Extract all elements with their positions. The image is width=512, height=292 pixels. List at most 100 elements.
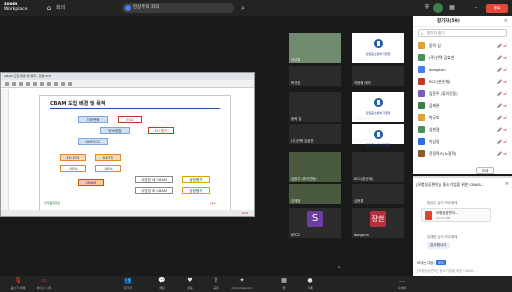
file-name: 모험성공편의...	[436, 211, 458, 215]
participant-name: dongeun	[354, 233, 369, 237]
video-tile[interactable]: 지방청 데이	[352, 66, 404, 86]
video-tile[interactable]: 김재완	[289, 184, 341, 204]
mic-muted-icon: 🎤̸ ▭̸	[496, 43, 507, 48]
mic-muted-icon: 🎤̸ ▭̸	[496, 79, 507, 84]
participant-row[interactable]: 심현경 🎤̸ ▭̸	[413, 124, 512, 135]
page-indicator: 1/24	[241, 211, 248, 215]
avatar	[418, 114, 425, 121]
home-label[interactable]: 회의	[56, 4, 65, 12]
shared-window-title: CBAM 도입 배경 및 목적 - 한셀 PDF	[4, 74, 52, 78]
video-tile[interactable]: 김윤주 (휴이진동)	[289, 152, 341, 182]
apps-icon: ▦	[281, 277, 287, 284]
logo-subtext: Workplace	[4, 7, 28, 12]
meeting-status-icon	[125, 5, 131, 11]
toolbar-button-label: 공유	[213, 286, 219, 290]
toolbar-button-label: 참가자	[123, 286, 133, 290]
avatar	[418, 54, 425, 61]
participant-row[interactable]: 박규호 🎤̸ ▭̸	[413, 112, 512, 123]
participant-row[interactable]: 김재완 🎤̸ ▭̸	[413, 100, 512, 111]
toolbar-button[interactable]: ▭ 비디오 시작	[32, 276, 56, 292]
presentation-slide: CBAM 도입 배경 및 목적 기후변화 ESG 탄소중립 EU 평가 UNFC…	[39, 95, 231, 212]
shield-icon[interactable]: ⛨	[423, 3, 431, 13]
participant-row[interactable]: dongeun 🎤̸ ▭̸	[413, 64, 512, 75]
video-tile[interactable]: 장한 dongeun	[352, 208, 404, 238]
slide-box: CBAM	[78, 179, 104, 186]
slide-box: 탄소중립	[100, 127, 130, 134]
participant-row[interactable]: 이남일 🎤̸ ▭̸	[413, 136, 512, 147]
participant-name: 진정혁스(노정혁)	[429, 151, 457, 156]
toolbar-button[interactable]: ▦ 앱	[272, 276, 296, 292]
video-tile[interactable]: 강원중소벤처기업청 강원중소벤처기업청	[352, 92, 404, 122]
toolbar-button[interactable]: ✦ AI Companion	[230, 276, 254, 292]
chevron-down-icon[interactable]: ⌄	[334, 263, 344, 271]
video-tile[interactable]: 강원중소벤처기업청 지방청 데이	[352, 33, 404, 63]
close-icon[interactable]: ×	[505, 181, 509, 187]
slide-title: CBAM 도입 배경 및 목적	[50, 101, 106, 107]
avatar	[418, 150, 425, 157]
toolbar-button-label: 음소거 해제	[10, 286, 26, 290]
video-tile[interactable]: S KPC2	[289, 208, 341, 238]
participant-name: 박규호	[291, 81, 301, 85]
slide-box: EU 평가	[148, 127, 174, 134]
slide-box: K-ETS	[95, 154, 121, 161]
avatar	[418, 126, 425, 133]
zoom-logo: zoom Workplace	[4, 2, 28, 12]
video-tile[interactable]: 이남일	[289, 33, 341, 63]
avatar	[418, 42, 425, 49]
avatar: 장한	[370, 211, 386, 227]
video-tile[interactable]: 강원중소벤처기업청 RCC(본순재)	[352, 124, 404, 147]
shared-screen[interactable]: CBAM 도입 배경 및 목적 - 한셀 PDF CBAM 도입 배경 및 목적…	[0, 72, 255, 217]
slide-title-underline	[50, 108, 220, 109]
video-tile[interactable]: 동락 김	[289, 92, 341, 122]
toolbar-button-label: AI Companion	[231, 286, 253, 290]
chat-file-attachment[interactable]: 모험성공편의... 15.27 MB	[421, 208, 491, 222]
toolbar-button[interactable]: ⇪ 공유	[204, 276, 228, 292]
participant-name: 이남일	[291, 58, 301, 62]
toolbar-button[interactable]: ♥ 반응	[178, 276, 202, 292]
invite-button[interactable]: 초대	[476, 167, 494, 174]
video-tile[interactable]: 심현경	[352, 184, 404, 204]
participant-row[interactable]: RCC(본순재) 🎤̸ ▭̸	[413, 76, 512, 87]
chat-panel: [모험성공편의]) 중소기업을 위한 CBAM... × 현상주 님이 모두에게…	[413, 176, 512, 276]
slide-box: 사업장 외 CBAM	[135, 187, 173, 194]
video-tile[interactable]: (주)인택 김효연	[289, 124, 341, 144]
toolbar-button[interactable]: ● 기록	[298, 276, 322, 292]
participant-row[interactable]: (주)인택 김효연 🎤̸ ▭̸	[413, 52, 512, 63]
toolbar-button[interactable]: 💬 채팅	[150, 276, 174, 292]
participant-row[interactable]: 동락 김 🎤̸ ▭̸	[413, 40, 512, 51]
meeting-title-pill[interactable]: 현상주의 회의	[122, 3, 234, 13]
end-meeting-button[interactable]: 종료	[486, 4, 508, 13]
avatar	[418, 66, 425, 73]
chat-recipient[interactable]: 보내는 대상: 모두	[417, 260, 447, 265]
participants-search-input[interactable]	[427, 30, 505, 36]
close-icon[interactable]: ×	[504, 16, 508, 27]
toolbar-button[interactable]: 👥 참가자	[116, 276, 140, 292]
view-icon[interactable]: ▦	[448, 3, 456, 13]
participants-search[interactable]: ⌕	[418, 29, 507, 37]
toolbar-button[interactable]: 🎙 음소거 해제	[6, 276, 30, 292]
chat-input[interactable]: [모험성공편의] 중소기업을 위한 CBAM...	[417, 267, 509, 276]
participant-name: 김윤주 (휴이진동)	[429, 91, 458, 96]
chat-recipient-select[interactable]: 모두	[435, 260, 447, 265]
participant-row[interactable]: 김윤주 (휴이진동) 🎤̸ ▭̸	[413, 88, 512, 99]
organization-logo-icon	[374, 130, 383, 139]
organization-logo-icon	[374, 39, 383, 48]
title-bar: zoom Workplace ⌂ 회의 현상주의 회의 ⌕ ⛨ ▦ – □ ×	[0, 0, 512, 16]
participant-row[interactable]: 진정혁스(노정혁) 🎤̸ ▭̸	[413, 148, 512, 159]
home-icon[interactable]: ⌂	[45, 4, 53, 12]
video-tile[interactable]: RCC(본순재)	[352, 152, 404, 182]
search-icon[interactable]: ⌕	[238, 3, 248, 13]
participant-name: 심현경	[429, 127, 440, 132]
mic-muted-icon: 🎤̸ ▭̸	[496, 127, 507, 132]
minimize-icon[interactable]: –	[472, 3, 480, 13]
slide-box: ESG	[118, 116, 142, 123]
avatar	[418, 138, 425, 145]
avatar[interactable]	[433, 3, 443, 13]
shared-window-toolbar	[1, 80, 254, 88]
participant-name: 김재완	[291, 199, 301, 203]
mic-muted-icon: 🎤̸ ▭̸	[496, 67, 507, 72]
participant-name: RCC(본순재)	[429, 79, 451, 84]
toolbar-button[interactable]: … 자세히	[390, 276, 414, 292]
video-tile[interactable]: 박규호	[289, 66, 341, 86]
chat-recipient-label: 보내는 대상:	[417, 261, 435, 265]
